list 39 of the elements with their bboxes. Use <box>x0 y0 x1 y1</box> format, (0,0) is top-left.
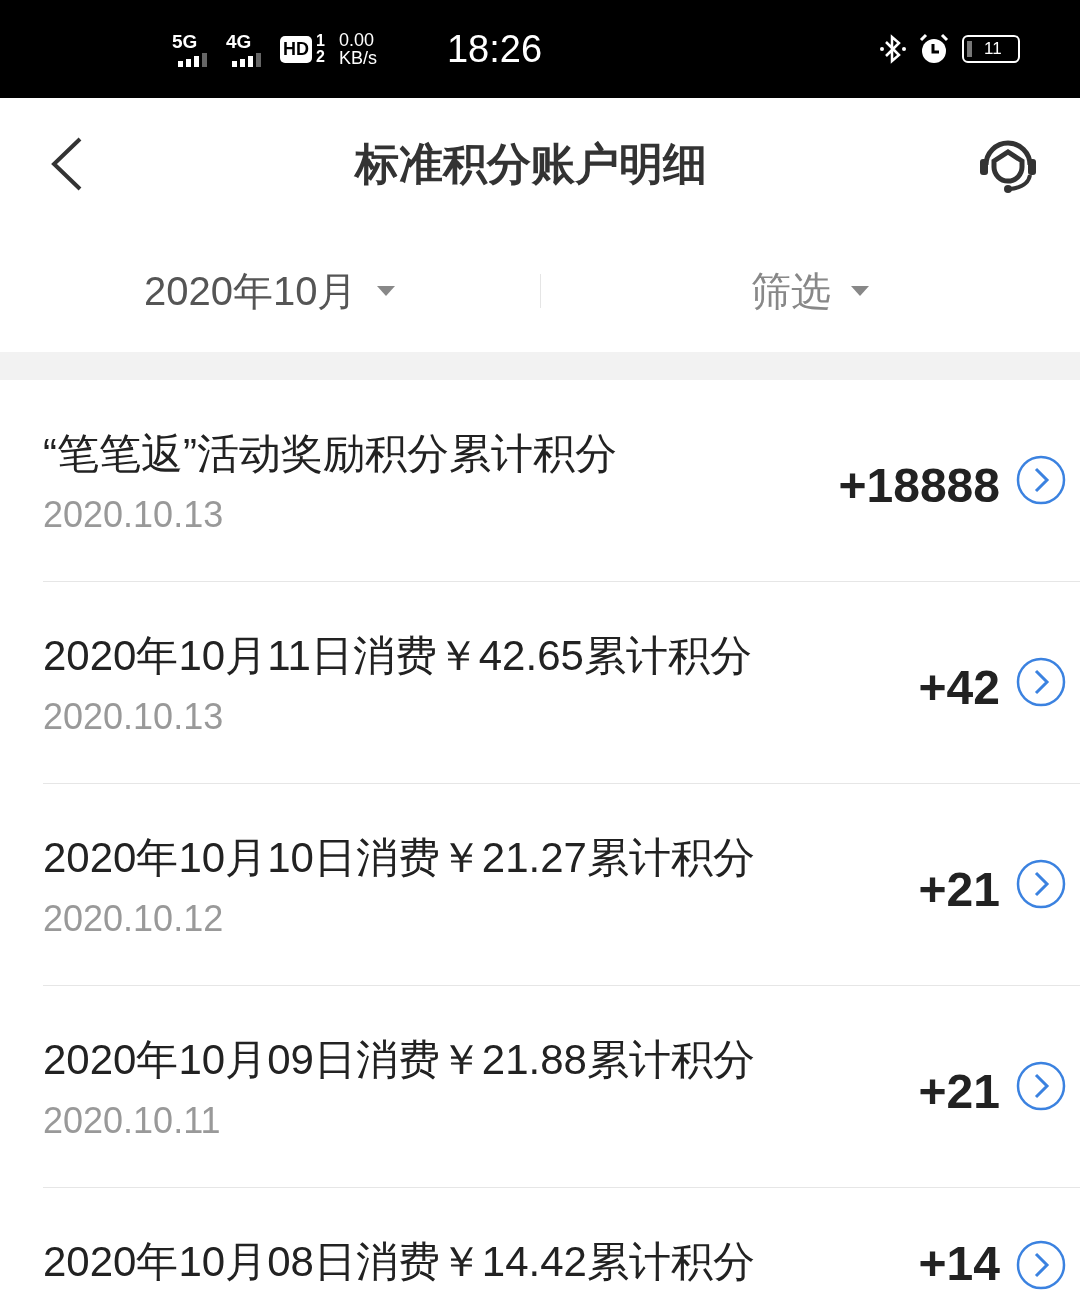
record-row[interactable]: 2020年10月09日消费￥21.88累计积分 2020.10.11 +21 <box>43 986 1080 1188</box>
filter-dropdown[interactable]: 筛选 <box>540 263 1080 319</box>
points-amount: +18888 <box>838 458 1000 513</box>
battery-level: 11 <box>984 39 1002 59</box>
bluetooth-icon <box>880 34 906 64</box>
month-dropdown[interactable]: 2020年10月 <box>0 263 540 319</box>
hd-badge: HD <box>280 35 312 63</box>
alarm-clock-icon <box>918 33 950 65</box>
chevron-right-icon[interactable] <box>1016 454 1066 505</box>
battery-fill <box>967 41 972 57</box>
sim-label: 2 <box>316 49 325 65</box>
points-amount: +42 <box>918 660 1000 715</box>
record-row[interactable]: 2020年10月11日消费￥42.65累计积分 2020.10.13 +42 <box>43 582 1080 784</box>
speed-value: 0.00 <box>338 31 375 49</box>
speed-unit: KB/s <box>338 49 377 67</box>
points-amount: +21 <box>918 1064 1000 1119</box>
record-date: 2020.10.12 <box>43 897 225 940</box>
network-label: 5G <box>172 31 199 51</box>
chevron-right-icon[interactable] <box>1016 1240 1066 1290</box>
record-title: 2020年10月11日消费￥42.65累计积分 <box>43 630 753 681</box>
chevron-right-icon[interactable] <box>1016 858 1066 909</box>
record-row[interactable]: 2020年10月10日消费￥21.27累计积分 2020.10.12 +21 <box>43 784 1080 986</box>
network-label: 4G <box>226 31 253 51</box>
chevron-right-icon[interactable] <box>1016 656 1066 707</box>
record-row[interactable]: 2020年10月08日消费￥14.42累计积分 +14 <box>43 1188 1080 1296</box>
record-title: 2020年10月09日消费￥21.88累计积分 <box>43 1034 756 1085</box>
sim-label: 1 <box>316 33 325 49</box>
page-title: 标准积分账户明细 <box>355 137 707 190</box>
record-date: 2020.10.11 <box>43 1099 222 1142</box>
chevron-right-icon[interactable] <box>1016 1060 1066 1111</box>
clock-time: 18:26 <box>446 27 542 71</box>
record-title: 2020年10月10日消费￥21.27累计积分 <box>43 832 756 883</box>
record-title: “笔笔返”活动奖励积分累计积分 <box>43 428 618 479</box>
points-amount: +14 <box>918 1236 1000 1291</box>
record-date: 2020.10.13 <box>43 695 225 738</box>
record-title: 2020年10月08日消费￥14.42累计积分 <box>43 1237 756 1287</box>
record-row[interactable]: “笔笔返”活动奖励积分累计积分 2020.10.13 +18888 <box>43 380 1080 582</box>
record-date: 2020.10.13 <box>43 493 225 536</box>
points-amount: +21 <box>918 862 1000 917</box>
